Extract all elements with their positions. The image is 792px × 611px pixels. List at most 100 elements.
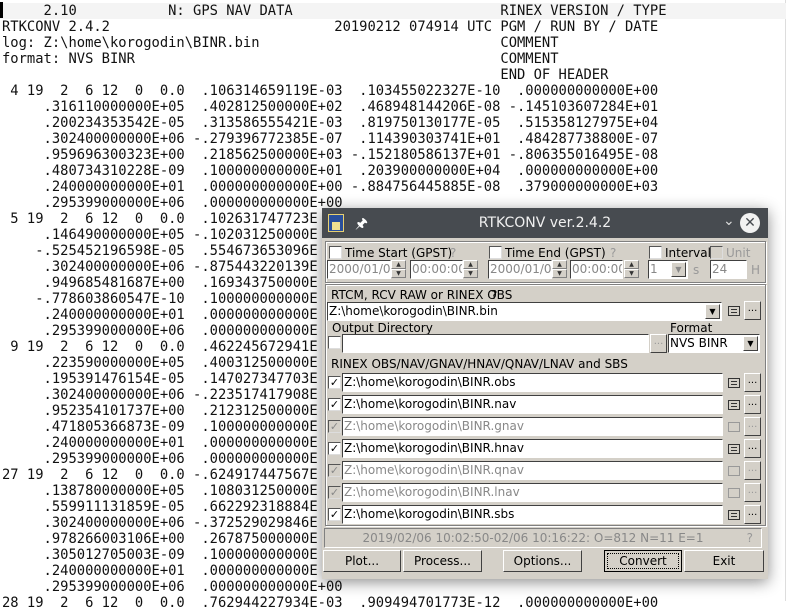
text-line[interactable]: 27 19 2 6 12 0 0.0 -.624917447567E: [2, 467, 318, 483]
output-checkbox[interactable]: ✓: [328, 398, 341, 411]
output-dir-checkbox[interactable]: [328, 336, 341, 349]
view-file-icon[interactable]: [728, 422, 740, 432]
view-file-icon[interactable]: [728, 444, 740, 454]
text-line[interactable]: .295399000000E+06 .000000000000E+00: [2, 579, 343, 595]
text-line[interactable]: .240000000000E+01 .000000000000E: [2, 563, 318, 579]
text-line[interactable]: .240000000000E+01 .000000000000E+00 -.88…: [2, 179, 659, 195]
format-select[interactable]: NVS BINR ▼: [668, 334, 760, 353]
text-line[interactable]: log: Z:\home\korogodin\BINR.bin COMMENT: [2, 35, 559, 51]
view-file-icon[interactable]: [728, 466, 740, 476]
text-line[interactable]: .200234353542E-05 .313586555421E-03 .819…: [2, 115, 659, 131]
output-dir-field[interactable]: [342, 334, 649, 353]
chevron-down-icon[interactable]: ▼: [743, 336, 758, 351]
text-line[interactable]: .295399000000E+06 .000000000000E: [2, 451, 318, 467]
status-help[interactable]: ?: [747, 531, 753, 545]
text-line[interactable]: .302400000000E+06 -.875443220139E: [2, 259, 318, 275]
text-line[interactable]: .302400000000E+06 -.223517417908E: [2, 387, 318, 403]
text-line[interactable]: .302400000000E+06 -.372529029846E: [2, 515, 318, 531]
input-file-combo[interactable]: Z:\home\korogodin\BINR.bin ▼: [327, 302, 722, 321]
time-end-date-spinner[interactable]: ▲ ▼: [552, 260, 567, 279]
output-file-field[interactable]: Z:\home\korogodin\BINR.lnav: [342, 483, 723, 502]
browse-output-button[interactable]: ...: [744, 483, 761, 502]
output-file-field[interactable]: Z:\home\korogodin\BINR.gnav: [342, 417, 723, 436]
convert-button[interactable]: Convert: [604, 550, 682, 572]
text-line[interactable]: .302400000000E+06 -.279396772385E-07 .11…: [2, 131, 659, 147]
text-line[interactable]: .978266003106E+00 .267875000000E: [2, 531, 318, 547]
text-line[interactable]: -.778603860547E-10 .100000000000E: [2, 291, 317, 307]
text-line[interactable]: 4 19 2 6 12 0 0.0 .106314659119E-03 .103…: [2, 83, 658, 99]
unit-field[interactable]: 24: [710, 260, 747, 279]
time-start-help[interactable]: ?: [450, 246, 456, 260]
view-file-icon[interactable]: [728, 378, 740, 388]
text-line[interactable]: .316110000000E+05 .402812500000E+02 .468…: [2, 99, 659, 115]
interval-select[interactable]: 1 ▼: [648, 260, 688, 279]
text-line[interactable]: .952354101737E+00 .212312500000E: [2, 403, 318, 419]
process-button[interactable]: Process...: [403, 550, 482, 572]
time-end-checkbox[interactable]: [489, 246, 502, 259]
text-line[interactable]: .295399000000E+06 .000000000000E: [2, 323, 318, 339]
output-checkbox[interactable]: ✓: [328, 420, 341, 433]
text-line[interactable]: .295399000000E+06 .000000000000E+00: [2, 195, 343, 211]
output-checkbox[interactable]: ✓: [328, 442, 341, 455]
view-file-icon[interactable]: [728, 306, 740, 316]
browse-output-button[interactable]: ...: [744, 505, 761, 524]
output-checkbox[interactable]: ✓: [328, 464, 341, 477]
time-end-date[interactable]: 2000/01/01: [488, 260, 552, 279]
text-line[interactable]: .959696300323E+00 .218562500000E+03 -.15…: [2, 147, 659, 163]
text-line[interactable]: .480734310228E-09 .100000000000E+01 .203…: [2, 163, 659, 179]
text-line[interactable]: .240000000000E+01 .000000000000E: [2, 307, 318, 323]
view-file-icon[interactable]: [728, 400, 740, 410]
text-line[interactable]: -.525452196598E-05 .554673653096E: [2, 243, 317, 259]
text-line[interactable]: .138780000000E+05 .108031250000E: [2, 483, 318, 499]
text-line[interactable]: .949685481687E+00 .169343750000E: [2, 275, 318, 291]
view-file-icon[interactable]: [728, 510, 740, 520]
input-help[interactable]: ?: [491, 288, 497, 302]
options-button[interactable]: Options...: [503, 550, 582, 572]
text-line[interactable]: RTKCONV 2.4.2 20190212 074914 UTC PGM / …: [2, 19, 658, 35]
chevron-down-icon[interactable]: ▼: [705, 304, 720, 319]
browse-output-dir-button[interactable]: ...: [650, 334, 667, 353]
text-line[interactable]: .559911131859E-05 .662292318884E: [2, 499, 318, 515]
browse-input-button[interactable]: ...: [744, 301, 761, 320]
output-file-field[interactable]: Z:\home\korogodin\BINR.sbs: [342, 505, 723, 524]
plot-button[interactable]: Plot...: [323, 550, 401, 572]
chevron-down-icon[interactable]: ▼: [671, 262, 686, 277]
text-line[interactable]: END OF HEADER: [2, 67, 608, 83]
text-line[interactable]: 5 19 2 6 12 0 0.0 .102631747723E: [2, 211, 317, 227]
time-start-date[interactable]: 2000/01/01: [327, 260, 391, 279]
title-bar[interactable]: 🖈︎ RTKCONV ver.2.4.2 ⌄ ✕: [322, 208, 768, 238]
time-end-help[interactable]: ?: [610, 246, 616, 260]
output-file-field[interactable]: Z:\home\korogodin\BINR.hnav: [342, 439, 723, 458]
output-file-field[interactable]: Z:\home\korogodin\BINR.obs: [342, 373, 723, 392]
output-file-field[interactable]: Z:\home\korogodin\BINR.nav: [342, 395, 723, 414]
text-line[interactable]: .240000000000E+01 .000000000000E: [2, 435, 318, 451]
time-end-time[interactable]: 00:00:00: [570, 260, 623, 279]
output-checkbox[interactable]: ✓: [328, 508, 341, 521]
unit-checkbox[interactable]: [710, 246, 723, 259]
time-start-date-spinner[interactable]: ▲ ▼: [391, 260, 406, 279]
text-line[interactable]: .195391476154E-05 .147027347703E: [2, 371, 318, 387]
browse-output-button[interactable]: ...: [744, 417, 761, 436]
close-icon[interactable]: ✕: [740, 213, 760, 233]
text-line[interactable]: format: NVS BINR COMMENT: [2, 51, 559, 67]
text-line[interactable]: .471805366873E-09 .100000000000E: [2, 419, 318, 435]
view-file-icon[interactable]: [728, 488, 740, 498]
text-line[interactable]: .223590000000E+05 .400312500000E: [2, 355, 318, 371]
output-checkbox[interactable]: ✓: [328, 376, 341, 389]
text-line[interactable]: 9 19 2 6 12 0 0.0 .462245672941E: [2, 339, 317, 355]
time-end-time-spinner[interactable]: ▲ ▼: [624, 260, 639, 279]
time-start-checkbox[interactable]: [329, 246, 342, 259]
browse-output-button[interactable]: ...: [744, 439, 761, 458]
output-file-field[interactable]: Z:\home\korogodin\BINR.qnav: [342, 461, 723, 480]
exit-button[interactable]: Exit: [684, 550, 764, 572]
time-start-time[interactable]: 00:00:00: [410, 260, 463, 279]
browse-output-button[interactable]: ...: [744, 373, 761, 392]
browse-output-button[interactable]: ...: [744, 461, 761, 480]
time-start-time-spinner[interactable]: ▲ ▼: [463, 260, 478, 279]
text-line[interactable]: 2.10 N: GPS NAV DATA RINEX VERSION / TYP…: [0, 3, 786, 19]
minimize-chevron-icon[interactable]: ⌄: [723, 213, 735, 229]
output-checkbox[interactable]: ✓: [328, 486, 341, 499]
browse-output-button[interactable]: ...: [744, 395, 761, 414]
text-line[interactable]: 28 19 2 6 12 0 0.0 .762944227934E-03 .90…: [2, 595, 658, 611]
text-line[interactable]: .146490000000E+05 -.102031250000E: [2, 227, 318, 243]
